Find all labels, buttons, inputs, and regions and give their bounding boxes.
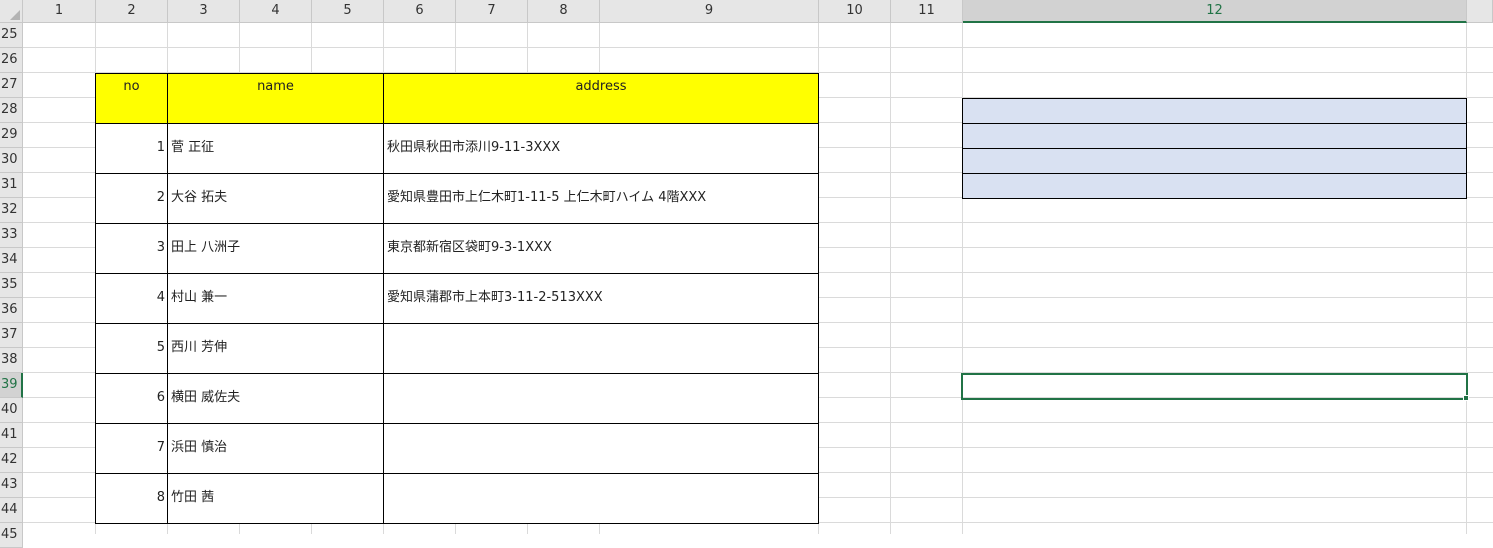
- row-header-31[interactable]: 31: [0, 173, 23, 198]
- select-all-corner[interactable]: [0, 0, 23, 23]
- column-header-3[interactable]: 3: [168, 0, 240, 23]
- cell-address[interactable]: [383, 423, 819, 474]
- cell-address[interactable]: 秋田県秋田市添川9-11-3XXX: [383, 123, 819, 174]
- row-header-40[interactable]: 40: [0, 398, 23, 423]
- row-header-34[interactable]: 34: [0, 248, 23, 273]
- cell-no[interactable]: 7: [95, 423, 168, 474]
- gridline: [890, 23, 891, 534]
- row-header-26[interactable]: 26: [0, 48, 23, 73]
- cell-name[interactable]: 菅 正征: [167, 123, 384, 174]
- active-cell[interactable]: [961, 373, 1468, 400]
- cell-address[interactable]: 愛知県蒲郡市上本町3-11-2-513XXX: [383, 273, 819, 324]
- row-header-39[interactable]: 39: [0, 373, 23, 398]
- header-no[interactable]: no: [95, 73, 168, 124]
- cell-name[interactable]: 横田 威佐夫: [167, 373, 384, 424]
- column-header-10[interactable]: 10: [819, 0, 891, 23]
- column-header-5[interactable]: 5: [312, 0, 384, 23]
- row-header-41[interactable]: 41: [0, 423, 23, 448]
- row-header-27[interactable]: 27: [0, 73, 23, 98]
- row-header-45[interactable]: 45: [0, 523, 23, 548]
- column-header-7[interactable]: 7: [456, 0, 528, 23]
- row-header-32[interactable]: 32: [0, 198, 23, 223]
- column-header-1[interactable]: 1: [23, 0, 96, 23]
- cell-no[interactable]: 8: [95, 473, 168, 524]
- blue-cell[interactable]: [962, 148, 1467, 174]
- row-header-44[interactable]: 44: [0, 498, 23, 523]
- cell-name[interactable]: 西川 芳伸: [167, 323, 384, 374]
- column-header-4[interactable]: 4: [240, 0, 312, 23]
- row-header-36[interactable]: 36: [0, 298, 23, 323]
- cell-address[interactable]: [383, 373, 819, 424]
- blue-cell[interactable]: [962, 98, 1467, 124]
- cell-no[interactable]: 1: [95, 123, 168, 174]
- cell-name[interactable]: 大谷 拓夫: [167, 173, 384, 224]
- row-header-35[interactable]: 35: [0, 273, 23, 298]
- cell-name[interactable]: 竹田 茜: [167, 473, 384, 524]
- row-header-30[interactable]: 30: [0, 148, 23, 173]
- gridline: [23, 47, 1493, 48]
- cell-no[interactable]: 3: [95, 223, 168, 274]
- row-header-28[interactable]: 28: [0, 98, 23, 123]
- cell-name[interactable]: 浜田 慎治: [167, 423, 384, 474]
- select-all-icon: [10, 10, 20, 20]
- row-header-37[interactable]: 37: [0, 323, 23, 348]
- column-header-12[interactable]: 12: [963, 0, 1467, 23]
- column-header-9[interactable]: 9: [600, 0, 819, 23]
- cell-address[interactable]: [383, 473, 819, 524]
- header-address[interactable]: address: [383, 73, 819, 124]
- fill-handle[interactable]: [1463, 395, 1469, 401]
- cell-address[interactable]: 東京都新宿区袋町9-3-1XXX: [383, 223, 819, 274]
- cell-no[interactable]: 6: [95, 373, 168, 424]
- column-header-13[interactable]: [1467, 0, 1493, 23]
- row-header-29[interactable]: 29: [0, 123, 23, 148]
- column-header-2[interactable]: 2: [96, 0, 168, 23]
- cell-address[interactable]: 愛知県豊田市上仁木町1-11-5 上仁木町ハイム 4階XXX: [383, 173, 819, 224]
- row-header-33[interactable]: 33: [0, 223, 23, 248]
- column-header-11[interactable]: 11: [891, 0, 963, 23]
- column-header-6[interactable]: 6: [384, 0, 456, 23]
- cell-no[interactable]: 4: [95, 273, 168, 324]
- cell-no[interactable]: 2: [95, 173, 168, 224]
- row-header-25[interactable]: 25: [0, 23, 23, 48]
- column-header-8[interactable]: 8: [528, 0, 600, 23]
- blue-cell[interactable]: [962, 123, 1467, 149]
- cell-name[interactable]: 村山 兼一: [167, 273, 384, 324]
- cell-name[interactable]: 田上 八洲子: [167, 223, 384, 274]
- row-header-43[interactable]: 43: [0, 473, 23, 498]
- blue-cell[interactable]: [962, 173, 1467, 199]
- cell-no[interactable]: 5: [95, 323, 168, 374]
- row-header-38[interactable]: 38: [0, 348, 23, 373]
- row-header-42[interactable]: 42: [0, 448, 23, 473]
- header-name[interactable]: name: [167, 73, 384, 124]
- cell-address[interactable]: [383, 323, 819, 374]
